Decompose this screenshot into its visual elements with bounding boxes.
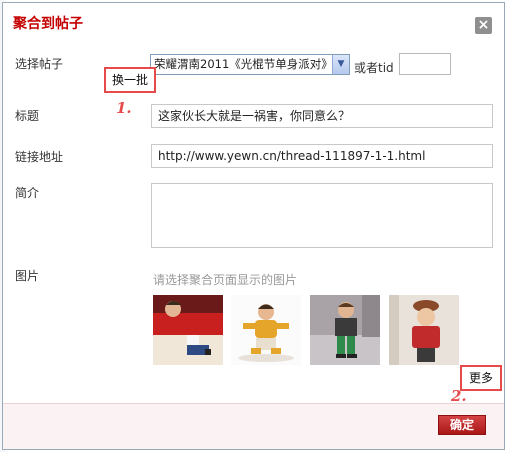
close-icon[interactable]: ×: [475, 17, 492, 34]
select-post-value: 荣耀渭南2011《光棍节单身派对》: [154, 57, 333, 71]
thumbnail-3[interactable]: [310, 295, 380, 365]
child-photo-icon: [153, 295, 223, 365]
swap-batch-button[interactable]: 换一批: [104, 67, 156, 93]
select-post-label: 选择帖子: [15, 57, 64, 71]
image-label: 图片: [15, 269, 40, 283]
title-label: 标题: [15, 109, 40, 123]
confirm-button[interactable]: 确定: [438, 415, 486, 435]
dialog-footer: [3, 403, 504, 449]
dialog-title: 聚合到帖子: [13, 16, 83, 32]
image-hint: 请选择聚合页面显示的图片: [153, 273, 298, 287]
tid-input[interactable]: [399, 53, 451, 75]
title-input[interactable]: 这家伙长大就是一祸害，你同意么？: [151, 104, 493, 128]
intro-label: 简介: [15, 186, 40, 200]
child-photo-icon: [310, 295, 380, 365]
select-post-dropdown[interactable]: 荣耀渭南2011《光棍节单身派对》 ▼: [150, 54, 350, 75]
child-photo-icon: [231, 295, 301, 365]
child-photo-icon: [389, 295, 459, 365]
thumbnail-2[interactable]: [231, 295, 301, 365]
aggregate-to-post-dialog: 聚合到帖子 × 选择帖子 荣耀渭南2011《光棍节单身派对》 ▼ 或者tid 换…: [2, 2, 505, 450]
chevron-down-icon[interactable]: ▼: [332, 55, 349, 74]
annotation-step-1: 1.: [116, 99, 132, 117]
or-tid-label: 或者tid: [354, 61, 394, 75]
thumbnail-4[interactable]: [389, 295, 459, 365]
thumbnail-1[interactable]: [153, 295, 223, 365]
link-input[interactable]: http://www.yewn.cn/thread-111897-1-1.htm…: [151, 144, 493, 168]
link-label: 链接地址: [15, 150, 64, 164]
intro-textarea[interactable]: [151, 183, 493, 248]
